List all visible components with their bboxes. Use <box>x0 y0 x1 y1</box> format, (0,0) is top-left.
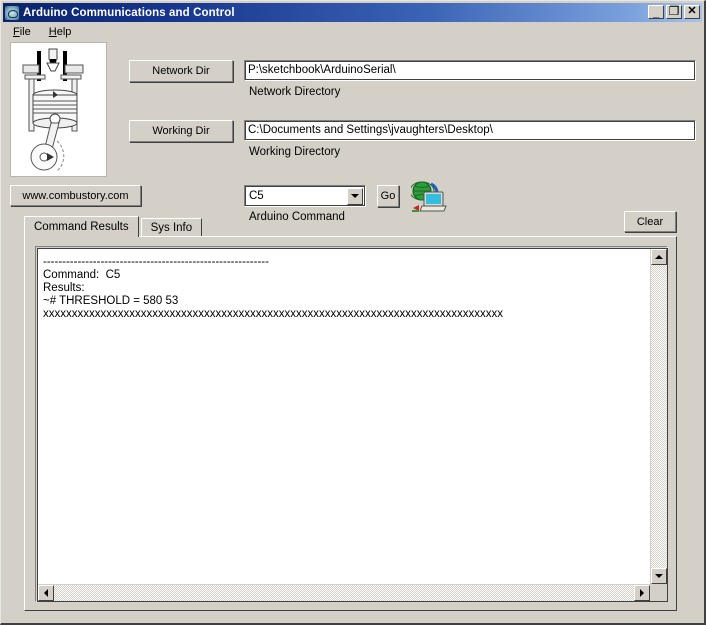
horizontal-scrollbar[interactable] <box>38 584 650 601</box>
client-area: Network Dir P:\sketchbook\ArduinoSerial\… <box>3 40 702 622</box>
menu-item-file-label: ile <box>19 25 31 38</box>
network-computer-svg <box>409 181 447 212</box>
application-window: Arduino Communications and Control _ ❐ ✕… <box>0 0 706 625</box>
close-icon: ✕ <box>687 5 697 17</box>
window-controls: _ ❐ ✕ <box>648 5 700 19</box>
combustory-website-button[interactable]: www.combustory.com <box>10 185 141 206</box>
tab-panel: ----------------------------------------… <box>24 236 677 611</box>
scrollbar-corner <box>650 584 667 601</box>
maximize-button[interactable]: ❐ <box>666 5 682 19</box>
window-title: Arduino Communications and Control <box>23 6 235 19</box>
working-dir-caption: Working Directory <box>249 146 341 158</box>
chevron-down-icon[interactable] <box>347 187 363 205</box>
vertical-scrollbar[interactable] <box>650 249 667 584</box>
close-button[interactable]: ✕ <box>684 5 700 19</box>
results-frame-inner: ----------------------------------------… <box>37 248 668 602</box>
piston-diagram-image <box>10 42 107 177</box>
piston-engine-svg <box>11 43 106 176</box>
tab-strip: Command Results Sys Info <box>24 216 203 237</box>
scroll-up-button[interactable] <box>651 249 667 265</box>
network-computer-icon <box>409 181 447 213</box>
command-results-textarea[interactable]: ----------------------------------------… <box>38 249 650 584</box>
menu-bar: File Help <box>3 23 702 40</box>
menu-item-help[interactable]: Help <box>45 25 80 39</box>
working-dir-input[interactable]: C:\Documents and Settings\jvaughters\Des… <box>244 120 696 141</box>
network-dir-caption: Network Directory <box>249 86 341 98</box>
menu-item-help-label: elp <box>56 25 72 38</box>
arduino-logo-icon <box>5 5 19 20</box>
maximize-icon: ❐ <box>668 4 680 18</box>
clear-button[interactable]: Clear <box>624 211 676 232</box>
minimize-button[interactable]: _ <box>648 5 664 19</box>
arduino-command-caption: Arduino Command <box>249 211 345 223</box>
network-dir-input[interactable]: P:\sketchbook\ArduinoSerial\ <box>244 60 696 81</box>
go-button[interactable]: Go <box>377 185 399 207</box>
minimize-icon: _ <box>652 7 660 19</box>
menu-item-file[interactable]: File <box>9 25 39 39</box>
scroll-left-button[interactable] <box>38 585 54 601</box>
working-dir-button[interactable]: Working Dir <box>129 120 233 142</box>
tab-command-results[interactable]: Command Results <box>24 216 139 237</box>
network-dir-button[interactable]: Network Dir <box>129 60 233 82</box>
scroll-right-button[interactable] <box>634 585 650 601</box>
title-bar: Arduino Communications and Control _ ❐ ✕ <box>3 3 702 22</box>
tab-sys-info[interactable]: Sys Info <box>140 218 203 236</box>
arduino-command-combobox[interactable]: C5 <box>244 185 366 207</box>
scroll-down-button[interactable] <box>651 568 667 584</box>
arduino-command-value: C5 <box>249 190 264 202</box>
results-frame-outer: ----------------------------------------… <box>35 246 668 602</box>
